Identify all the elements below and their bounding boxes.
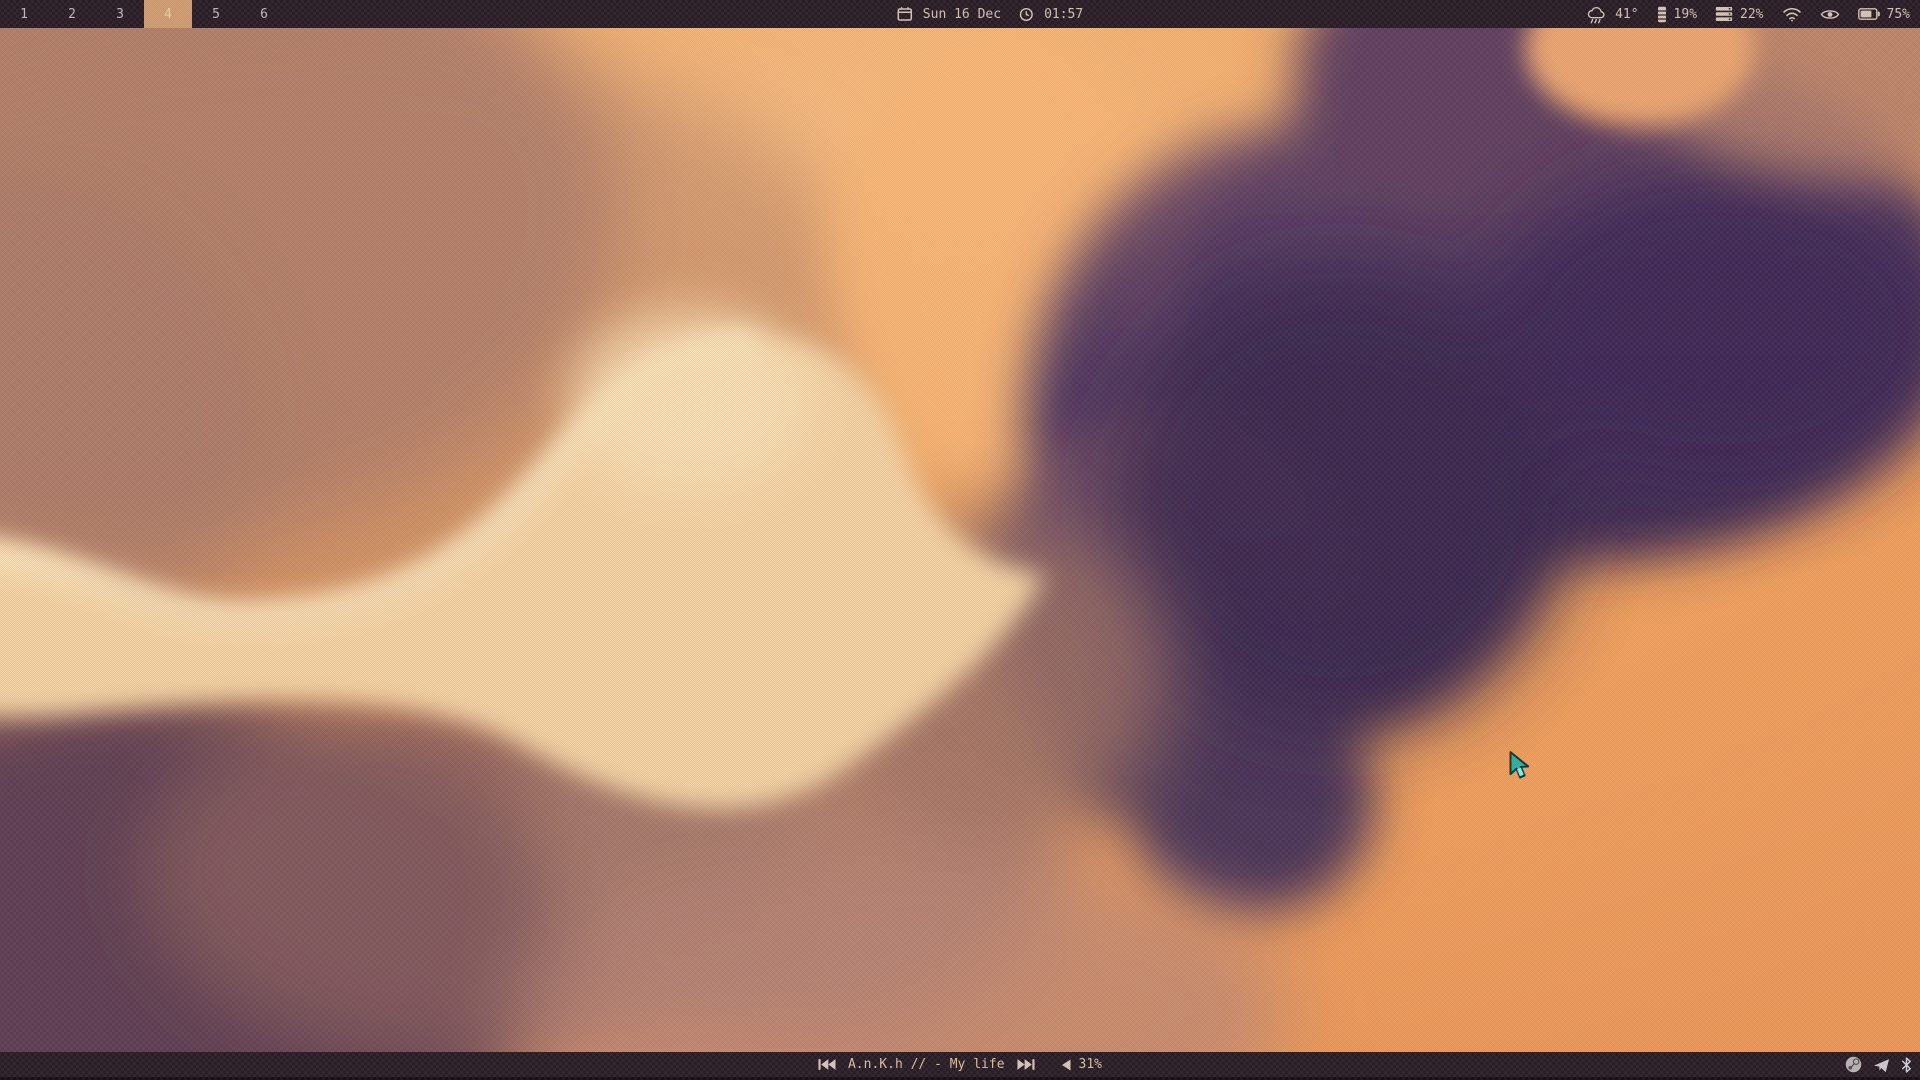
desktop-wallpaper (0, 0, 1920, 1080)
speaker-icon (1061, 1059, 1072, 1071)
storage-module: 22% (1715, 6, 1763, 22)
date-label: Sun 16 Dec (923, 7, 1001, 22)
volume-module[interactable]: 31% (1061, 1057, 1102, 1072)
battery-percent: 75% (1887, 7, 1910, 22)
ram-icon (1657, 6, 1667, 23)
workspace-switcher: 1 2 3 4 5 6 (0, 0, 288, 28)
media-player-module: A.n.K.h // - My life 31% (818, 1057, 1102, 1072)
storage-stack-icon (1715, 6, 1733, 22)
workspace-4-active[interactable]: 4 (144, 0, 192, 28)
rain-cloud-icon (1586, 5, 1608, 24)
workspace-5[interactable]: 5 (192, 0, 240, 28)
bluetooth-icon[interactable] (1901, 1057, 1912, 1073)
wallpaper-art (0, 0, 1920, 1080)
memory-percent: 19% (1674, 7, 1697, 22)
memory-module: 19% (1657, 6, 1697, 23)
datetime-module: Sun 16 Dec 01:57 (897, 6, 1083, 22)
weather-temp: 41° (1615, 7, 1638, 22)
eye-icon[interactable] (1820, 8, 1840, 21)
volume-percent: 31% (1079, 1057, 1102, 1072)
storage-percent: 22% (1740, 7, 1763, 22)
next-track-button[interactable] (1017, 1058, 1035, 1071)
bottom-bar: A.n.K.h // - My life 31% (0, 1052, 1920, 1080)
system-tray (1845, 1052, 1912, 1077)
workspace-6[interactable]: 6 (240, 0, 288, 28)
telegram-icon[interactable] (1873, 1057, 1890, 1073)
previous-track-icon (818, 1058, 836, 1071)
weather-module: 41° (1586, 5, 1638, 24)
battery-module: 75% (1858, 7, 1910, 22)
desktop: 1 2 3 4 5 6 Sun 16 Dec (0, 0, 1920, 1080)
battery-icon (1858, 8, 1880, 20)
now-playing-title: A.n.K.h // - My life (848, 1057, 1005, 1072)
steam-icon[interactable] (1845, 1056, 1862, 1073)
next-track-icon (1017, 1058, 1035, 1071)
workspace-3[interactable]: 3 (96, 0, 144, 28)
wifi-icon (1782, 7, 1802, 22)
workspace-1[interactable]: 1 (0, 0, 48, 28)
top-bar: 1 2 3 4 5 6 Sun 16 Dec (0, 0, 1920, 28)
clock-icon (1019, 7, 1034, 22)
workspace-2[interactable]: 2 (48, 0, 96, 28)
time-label: 01:57 (1044, 7, 1083, 22)
status-modules: 41° 19% (1586, 0, 1910, 28)
calendar-icon (897, 6, 913, 22)
previous-track-button[interactable] (818, 1058, 836, 1071)
